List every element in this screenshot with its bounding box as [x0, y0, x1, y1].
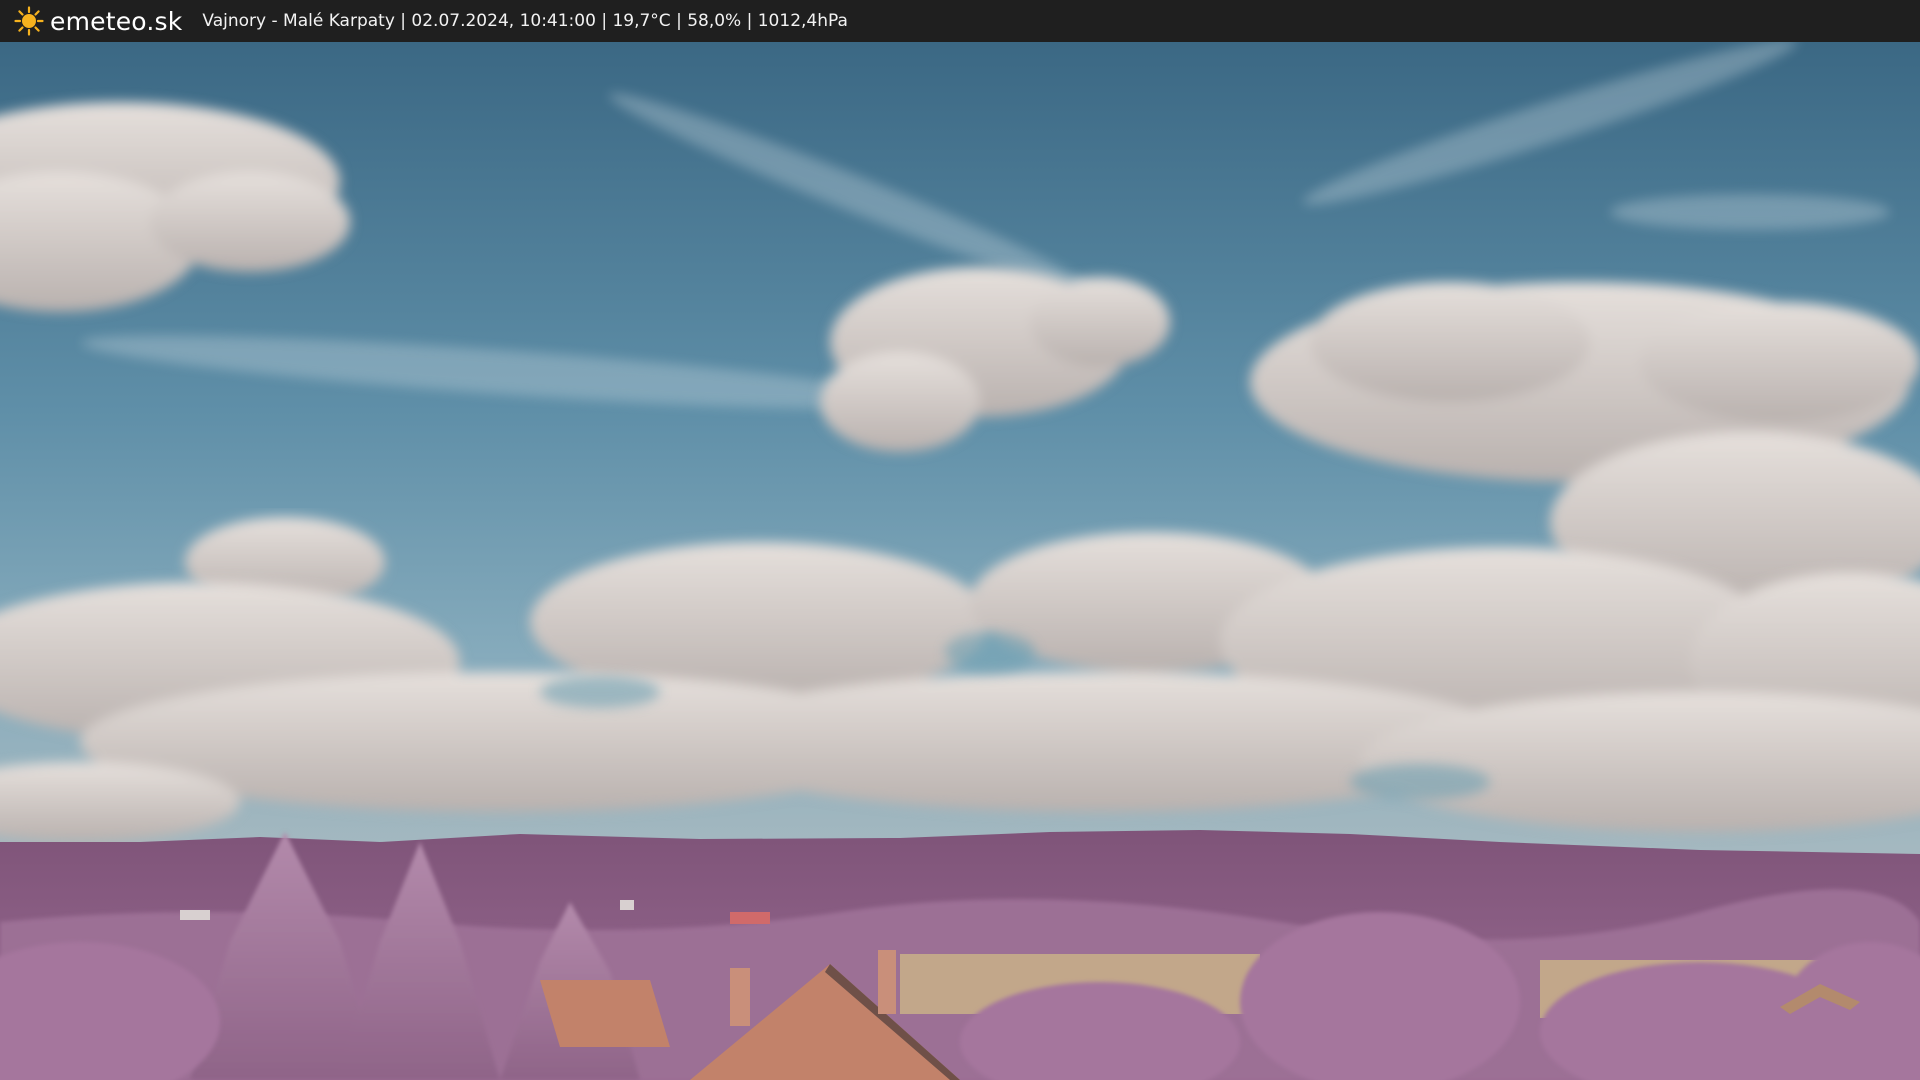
webcam-image — [0, 42, 1920, 1080]
brand-name: emeteo.sk — [50, 6, 183, 36]
logo[interactable]: emeteo.sk — [14, 6, 182, 36]
weather-caption: Vajnory - Malé Karpaty | 02.07.2024, 10:… — [202, 11, 848, 31]
header-bar: emeteo.sk Vajnory - Malé Karpaty | 02.07… — [0, 0, 1920, 42]
sun-icon — [14, 6, 44, 36]
